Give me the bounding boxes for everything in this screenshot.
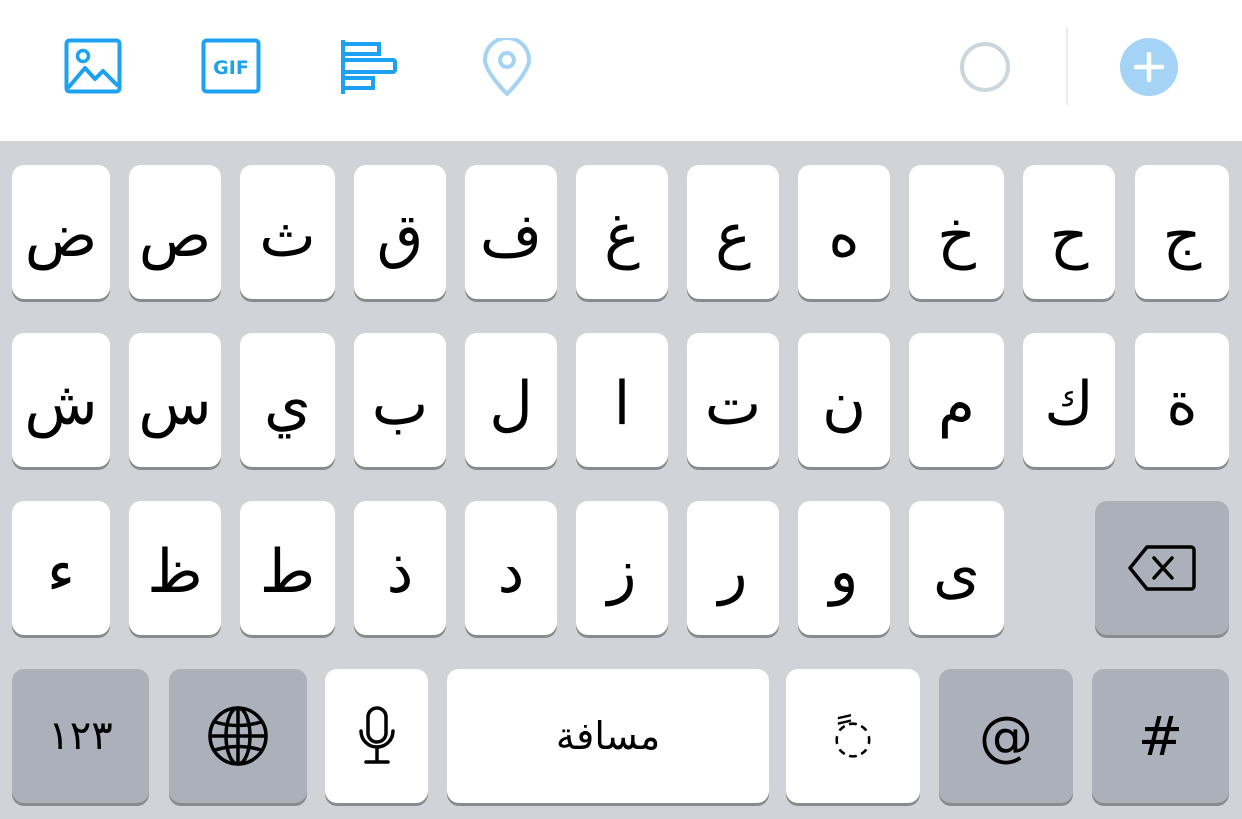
key[interactable]: ح (1023, 165, 1115, 299)
key[interactable]: ر (687, 501, 779, 635)
key[interactable]: م (909, 333, 1004, 467)
key[interactable]: ز (576, 501, 668, 635)
key-label: ظ (147, 537, 203, 607)
key-label: ذ (386, 537, 414, 607)
key[interactable]: ب (354, 333, 446, 467)
space-label: مسافة (555, 714, 661, 758)
key-label: ش (24, 369, 98, 439)
key[interactable]: ض (12, 165, 110, 299)
add-icon[interactable] (1119, 37, 1179, 97)
key-label: ص (138, 201, 212, 271)
key-label: ا (613, 369, 631, 439)
location-icon[interactable] (481, 38, 533, 96)
key[interactable]: ن (798, 333, 890, 467)
key[interactable]: ت (687, 333, 779, 467)
key-label: ر (718, 537, 748, 607)
key-label: ي (264, 369, 311, 439)
key-label: ة (1166, 369, 1198, 439)
toolbar-divider (1066, 27, 1068, 105)
key[interactable]: ك (1023, 333, 1115, 467)
delete-icon (1128, 545, 1196, 591)
key-label: س (138, 369, 212, 439)
key-label: ح (1049, 201, 1089, 271)
key[interactable]: ه (798, 165, 890, 299)
gif-icon[interactable]: GIF (201, 38, 261, 94)
key-label: ز (607, 537, 637, 607)
key-label: ك (1044, 369, 1094, 439)
key-label: ج (1162, 201, 1202, 271)
key-label: ط (259, 537, 316, 607)
compose-toolbar: GIF (0, 0, 1242, 141)
key-label: ت (704, 369, 762, 439)
arabic-keyboard: ض ص ث ق ف غ ع ه خ ح ج ش س ي ب ل ا ت ن م … (0, 141, 1242, 819)
key-label: ى (933, 537, 980, 607)
key[interactable]: ا (576, 333, 668, 467)
key[interactable]: ج (1135, 165, 1229, 299)
image-icon[interactable] (64, 38, 122, 94)
key[interactable]: غ (576, 165, 668, 299)
numbers-label: ١٢٣ (48, 713, 113, 759)
key-label: م (937, 369, 976, 439)
globe-icon (208, 706, 268, 766)
tanween-key[interactable]: ◌ً (786, 669, 920, 803)
key[interactable]: ل (465, 333, 557, 467)
key[interactable]: ش (12, 333, 110, 467)
key[interactable]: ع (687, 165, 779, 299)
key-label: خ (937, 201, 976, 271)
key-label: غ (604, 201, 640, 271)
key[interactable]: خ (909, 165, 1004, 299)
at-key[interactable]: @ (939, 669, 1073, 803)
dictation-key[interactable] (325, 669, 428, 803)
key[interactable]: ص (129, 165, 221, 299)
key-label: د (497, 537, 525, 607)
key[interactable]: ة (1135, 333, 1229, 467)
gif-label: GIF (213, 57, 249, 79)
microphone-icon (358, 706, 395, 764)
poll-icon[interactable] (339, 40, 399, 94)
key-label: ب (371, 369, 429, 439)
key[interactable]: س (129, 333, 221, 467)
hash-label: # (1137, 704, 1184, 768)
key-label: ل (489, 369, 533, 439)
at-label: @ (979, 704, 1033, 768)
key-label: ع (715, 201, 751, 271)
tanween-label: ◌ً (832, 709, 874, 763)
key[interactable]: ى (909, 501, 1004, 635)
key[interactable]: ف (465, 165, 557, 299)
key-label: ض (24, 201, 98, 271)
progress-ring-icon (960, 42, 1010, 92)
key-label: ء (46, 537, 76, 607)
key[interactable]: د (465, 501, 557, 635)
key[interactable]: ط (240, 501, 335, 635)
key[interactable]: ق (354, 165, 446, 299)
key-label: ف (479, 201, 543, 271)
key-label: ق (376, 201, 424, 271)
key-label: ث (259, 201, 316, 271)
key[interactable]: ي (240, 333, 335, 467)
delete-key[interactable] (1095, 501, 1229, 635)
key-label: ن (821, 369, 867, 439)
hash-key[interactable]: # (1092, 669, 1229, 803)
key[interactable]: ء (12, 501, 110, 635)
globe-key[interactable] (169, 669, 307, 803)
key[interactable]: ذ (354, 501, 446, 635)
key[interactable]: و (798, 501, 890, 635)
key[interactable]: ظ (129, 501, 221, 635)
key-label: و (829, 537, 859, 607)
space-key[interactable]: مسافة (447, 669, 769, 803)
key-label: ه (828, 201, 860, 271)
numbers-key[interactable]: ١٢٣ (12, 669, 149, 803)
key[interactable]: ث (240, 165, 335, 299)
